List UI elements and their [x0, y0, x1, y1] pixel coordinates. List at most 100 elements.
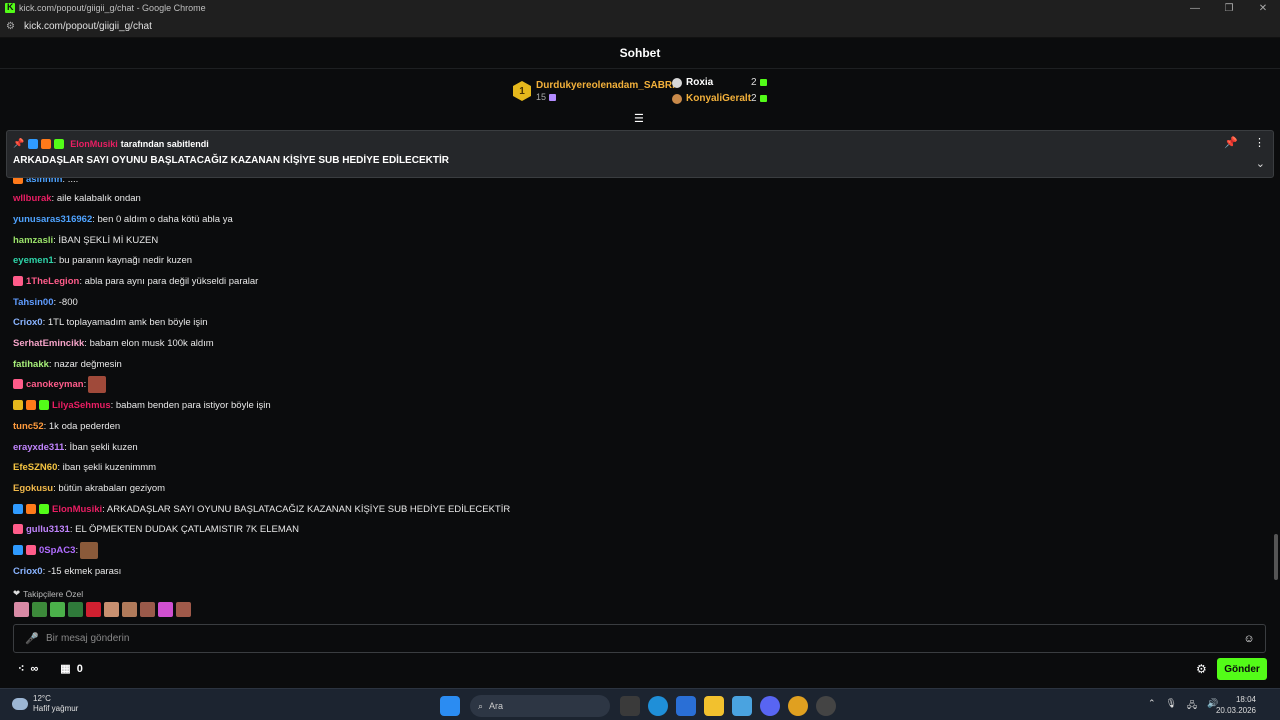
microphone-icon[interactable]: 🎤 — [25, 632, 39, 646]
site-settings-icon[interactable]: ⚙ — [6, 21, 20, 32]
close-icon[interactable]: ✕ — [1246, 0, 1280, 16]
user-badge-icon — [26, 504, 36, 514]
gift-box-icon: ▦ — [60, 663, 71, 675]
chat-username[interactable]: SerhatEmincikk — [13, 338, 84, 349]
emote-button[interactable] — [68, 602, 83, 617]
list-item: yunusaras316962: ben 0 aldım o daha kötü… — [13, 212, 233, 226]
chat-username[interactable]: hamzasli — [13, 235, 53, 246]
list-item: fatihakk: nazar değmesin — [13, 357, 122, 371]
edge-icon[interactable] — [648, 696, 668, 716]
chat-username[interactable]: eyemen1 — [13, 255, 54, 266]
chat-message-text: : -800 — [53, 296, 78, 308]
chat-username[interactable]: Egokusu — [13, 483, 53, 494]
more-options-icon[interactable]: ⋮ — [1254, 136, 1265, 149]
network-icon[interactable]: 🖧 — [1187, 698, 1197, 714]
emote-button[interactable] — [86, 602, 101, 617]
discord-icon[interactable] — [760, 696, 780, 716]
taskbar-search[interactable]: ⌕ Ara — [470, 695, 610, 717]
chevron-up-icon[interactable]: ⌃ — [1148, 698, 1156, 714]
restore-icon[interactable]: ❐ — [1212, 0, 1246, 16]
gift-subs-button[interactable]: ▦ 0 — [60, 662, 83, 676]
followers-only-label: ❤ Takipçilere Özel — [13, 588, 83, 599]
chat-username[interactable]: 0SpAC3 — [39, 545, 75, 556]
chat-message-text: : nazar değmesin — [48, 358, 122, 370]
pinned-message: 📌 ElonMusiki tarafından sabitlendi ARKAD… — [6, 130, 1274, 178]
chat-message-text: : -15 ekmek parası — [42, 565, 122, 577]
list-item: SerhatEmincikk: babam elon musk 100k ald… — [13, 336, 214, 350]
emote-button[interactable] — [176, 602, 191, 617]
chrome-icon[interactable] — [788, 696, 808, 716]
task-view-icon[interactable] — [620, 696, 640, 716]
chat-message-text: : ben 0 aldım o daha kötü abla ya — [92, 213, 233, 225]
chat-username[interactable]: canokeyman — [26, 379, 84, 390]
butterfly-badge-icon — [13, 178, 23, 184]
app-icon[interactable] — [732, 696, 752, 716]
message-input[interactable] — [46, 633, 1239, 644]
points-icon[interactable]: ⁖ — [18, 662, 24, 675]
chat-username[interactable]: gullu3131 — [26, 524, 70, 535]
window-controls: — ❐ ✕ — [1178, 0, 1280, 16]
minimize-icon[interactable]: — — [1178, 0, 1212, 16]
chat-username[interactable]: wllburak — [13, 193, 52, 204]
settings-gear-icon[interactable]: ⚙ — [1196, 662, 1207, 676]
emote-button[interactable] — [158, 602, 173, 617]
app-icon[interactable] — [816, 696, 836, 716]
list-item: Tahsin00: -800 — [13, 295, 78, 309]
collapse-leaderboard-icon[interactable]: ☰ — [634, 112, 644, 125]
store-icon[interactable] — [676, 696, 696, 716]
unpin-icon[interactable]: 📌 — [1224, 136, 1238, 149]
leader-first[interactable]: 1 Durdukyereolenadam_SABRI 15 — [513, 80, 675, 102]
search-icon: ⌕ — [478, 700, 484, 711]
address-bar[interactable]: ⚙ kick.com/popout/giigii_g/chat — [0, 16, 1280, 38]
windows-taskbar: 12°C Hafif yağmur ⌕ Ara ⌃ 🎙 🖧 🔊 18:04 20… — [0, 688, 1280, 720]
chat-scrollbar[interactable] — [1274, 534, 1278, 580]
chat-username-partial[interactable]: aslnnnn — [26, 178, 62, 185]
user-badge-icon — [13, 545, 23, 555]
emote-button[interactable] — [140, 602, 155, 617]
cloud-rain-icon — [12, 698, 28, 710]
pinned-by-user[interactable]: ElonMusiki — [70, 139, 118, 149]
chat-username[interactable]: Criox0 — [13, 566, 43, 577]
chat-header: Sohbet — [0, 38, 1280, 69]
chat-username[interactable]: Tahsin00 — [13, 297, 53, 308]
emote-button[interactable] — [122, 602, 137, 617]
chat-username[interactable]: yunusaras316962 — [13, 214, 92, 225]
folder-icon[interactable] — [704, 696, 724, 716]
leader-third[interactable]: KonyaliGeralt — [672, 93, 751, 104]
mic-tray-icon[interactable]: 🎙 — [1166, 698, 1177, 714]
chat-username[interactable]: tunc52 — [13, 421, 44, 432]
chat-username[interactable]: Criox0 — [13, 317, 43, 328]
url-text: kick.com/popout/giigii_g/chat — [24, 21, 152, 32]
list-item: erayxde311: İban şekli kuzen — [13, 440, 138, 454]
points-value: ∞ — [30, 662, 39, 675]
clock[interactable]: 18:04 20.03.2026 — [1216, 694, 1256, 716]
emoji-picker-icon[interactable]: ☺ — [1239, 633, 1259, 645]
chat-username[interactable]: LilyaSehmus — [52, 400, 111, 411]
user-badge-icon — [26, 545, 36, 555]
chat-username[interactable]: fatihakk — [13, 359, 49, 370]
gift-count: 0 — [76, 662, 83, 675]
chat-username[interactable]: 1TheLegion — [26, 276, 79, 287]
list-item: 0SpAC3: — [13, 541, 99, 559]
emote-button[interactable] — [14, 602, 29, 617]
leader-second-count: 2 — [751, 77, 757, 88]
emote-button[interactable] — [104, 602, 119, 617]
chat-message-text: : 1TL toplayamadım amk ben böyle işin — [42, 316, 208, 328]
chat-list: aslnnnn: .... wllburak: aile kalabalık o… — [0, 178, 1280, 580]
chat-username[interactable]: ElonMusiki — [52, 504, 102, 515]
user-badge-icon — [13, 379, 23, 389]
weather-widget[interactable]: 12°C Hafif yağmur — [12, 694, 78, 714]
chevron-down-icon[interactable]: ⌄ — [1256, 157, 1265, 170]
chat-message-text: : abla para aynı para değil yükseldi par… — [79, 275, 259, 287]
leader-second[interactable]: Roxia — [672, 77, 713, 88]
gift-icon — [549, 94, 557, 102]
chat-username[interactable]: EfeSZN60 — [13, 462, 57, 473]
send-button[interactable]: Gönder — [1217, 658, 1267, 680]
emote-button[interactable] — [32, 602, 47, 617]
windows-start-icon[interactable] — [440, 696, 460, 716]
message-input-box[interactable]: 🎤 ☺ — [13, 624, 1266, 653]
chat-username[interactable]: erayxde311 — [13, 442, 64, 453]
chat-footer: ⁖ ∞ ▦ 0 ⚙ Gönder — [0, 658, 1280, 682]
chat-message-text: : babam elon musk 100k aldım — [84, 337, 214, 349]
emote-button[interactable] — [50, 602, 65, 617]
